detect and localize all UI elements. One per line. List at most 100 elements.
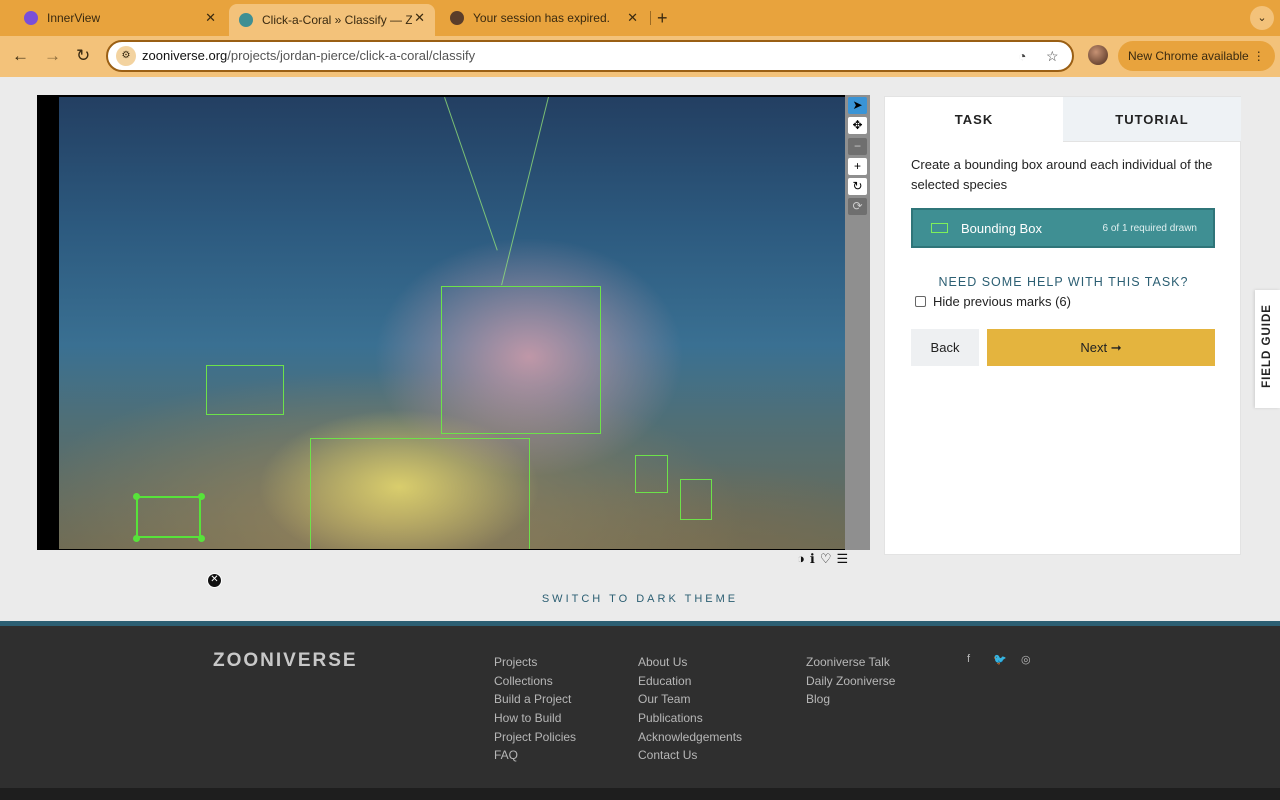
zoom-in-icon[interactable]: + (848, 158, 867, 175)
performance-gauge-icon[interactable]: ◔ (1018, 48, 1026, 64)
back-button[interactable]: Back (911, 329, 979, 366)
footer-column-about: About Us Education Our Team Publications… (638, 653, 742, 765)
footer-link[interactable]: Project Policies (494, 728, 576, 747)
profile-avatar[interactable] (1088, 45, 1108, 65)
task-panel: TASK TUTORIAL Create a bounding box arou… (884, 96, 1241, 555)
session-favicon-icon (450, 11, 464, 25)
footer-link[interactable]: Blog (806, 690, 895, 709)
tool-count: 6 of 1 required drawn (1102, 223, 1197, 234)
bounding-box-mark[interactable] (206, 365, 284, 415)
footer-link[interactable]: Publications (638, 709, 742, 728)
invert-colors-icon[interactable]: ◑ (797, 551, 810, 566)
footer-link[interactable]: Contact Us (638, 746, 742, 765)
classify-page: ✕ ➤ ✥ − + ↻ ⟳ ◑ℹ♡☰ TASK TUTORIAL Create … (0, 77, 1280, 625)
resize-handle[interactable] (133, 493, 140, 500)
close-tab-icon[interactable]: ✕ (205, 10, 216, 26)
tab-search-button[interactable]: ⌄ (1250, 6, 1274, 30)
tab-title: Click-a-Coral » Classify — Zo (262, 13, 412, 27)
bounding-box-mark[interactable] (635, 455, 668, 493)
footer-link[interactable]: Projects (494, 653, 576, 672)
instagram-icon[interactable]: ◎ (1021, 653, 1031, 666)
tab-session-expired[interactable]: Your session has expired. ✕ (440, 4, 648, 32)
zoom-out-icon[interactable]: − (848, 138, 867, 155)
address-bar[interactable]: ⚙ zooniverse.org/projects/jordan-pierce/… (106, 40, 1074, 72)
switch-theme-button[interactable]: SWITCH TO DARK THEME (0, 593, 1280, 605)
bounding-box-mark[interactable] (310, 438, 530, 549)
selected-bounding-box-mark[interactable] (136, 496, 201, 538)
footer-bottom-strip (0, 788, 1280, 800)
collections-list-icon[interactable]: ☰ (836, 551, 853, 566)
laser-line (501, 97, 549, 286)
tab-innerview[interactable]: InnerView ✕ (14, 4, 226, 32)
next-button[interactable]: Next ➞ (987, 329, 1215, 366)
back-arrow-icon[interactable]: ← (12, 45, 29, 67)
footer-link[interactable]: Our Team (638, 690, 742, 709)
zooniverse-favicon-icon (239, 13, 253, 27)
forward-arrow-icon[interactable]: → (44, 45, 61, 67)
hide-previous-marks[interactable]: Hide previous marks (6) (915, 294, 1071, 309)
metadata-info-icon[interactable]: ℹ (810, 551, 820, 566)
image-controls: ◑ℹ♡☰ (797, 551, 853, 567)
zooniverse-logo[interactable]: ZOONIVERSE (213, 650, 358, 672)
close-tab-icon[interactable]: ✕ (414, 10, 425, 26)
tab-title: Your session has expired. (473, 11, 610, 25)
tab-separator (650, 11, 651, 25)
favorite-heart-icon[interactable]: ♡ (820, 551, 837, 566)
subject-viewer[interactable] (37, 95, 845, 550)
viewer-toolbar: ➤ ✥ − + ↻ ⟳ (845, 95, 870, 550)
delete-mark-icon[interactable]: ✕ (207, 573, 222, 588)
tab-task[interactable]: TASK (885, 97, 1063, 142)
field-guide-tab[interactable]: FIELD GUIDE (1255, 290, 1280, 408)
rectangle-swatch-icon (931, 223, 948, 233)
hide-marks-label: Hide previous marks (6) (933, 294, 1071, 309)
laser-line (444, 97, 498, 251)
bounding-box-mark[interactable] (441, 286, 601, 434)
menu-kebab-icon[interactable]: ⋮ (1253, 41, 1265, 71)
site-info-icon[interactable]: ⚙ (116, 46, 136, 66)
facebook-icon[interactable]: f (967, 653, 970, 665)
tab-title: InnerView (47, 11, 101, 25)
tab-tutorial[interactable]: TUTORIAL (1063, 97, 1241, 142)
browser-tab-bar: InnerView ✕ Click-a-Coral » Classify — Z… (0, 0, 1280, 36)
task-instruction: Create a bounding box around each indivi… (911, 157, 1213, 192)
help-link[interactable]: NEED SOME HELP WITH THIS TASK? (885, 275, 1242, 289)
innerview-favicon-icon (24, 11, 38, 25)
footer-link[interactable]: How to Build (494, 709, 576, 728)
url-host: zooniverse.org (142, 48, 228, 63)
url-path: /projects/jordan-pierce/click-a-coral/cl… (227, 48, 476, 63)
update-label: New Chrome available (1128, 49, 1249, 63)
footer-column-talk: Zooniverse Talk Daily Zooniverse Blog (806, 653, 895, 709)
browser-toolbar: ← → ↻ ⚙ zooniverse.org/projects/jordan-p… (0, 36, 1280, 77)
site-footer: ZOONIVERSE Projects Collections Build a … (0, 626, 1280, 788)
rotate-icon[interactable]: ↻ (848, 178, 867, 195)
bounding-box-mark[interactable] (680, 479, 712, 520)
new-tab-button[interactable]: + (657, 8, 668, 29)
close-tab-icon[interactable]: ✕ (627, 10, 638, 26)
reload-icon[interactable]: ↻ (76, 45, 90, 67)
bookmark-star-icon[interactable]: ☆ (1046, 48, 1059, 65)
footer-link[interactable]: Education (638, 672, 742, 691)
pointer-tool-icon[interactable]: ➤ (848, 97, 867, 114)
reset-view-icon[interactable]: ⟳ (848, 198, 867, 215)
resize-handle[interactable] (198, 493, 205, 500)
new-chrome-available-button[interactable]: New Chrome available ⋮ (1118, 41, 1275, 71)
bounding-box-tool-button[interactable]: Bounding Box 6 of 1 required drawn (911, 208, 1215, 248)
footer-link[interactable]: FAQ (494, 746, 576, 765)
resize-handle[interactable] (198, 535, 205, 542)
resize-handle[interactable] (133, 535, 140, 542)
coral-subject-image[interactable] (59, 97, 845, 549)
footer-link[interactable]: Daily Zooniverse (806, 672, 895, 691)
hide-marks-checkbox[interactable] (915, 296, 926, 307)
twitter-icon[interactable]: 🐦 (993, 653, 1007, 666)
footer-link[interactable]: About Us (638, 653, 742, 672)
footer-link[interactable]: Zooniverse Talk (806, 653, 895, 672)
tool-label: Bounding Box (961, 221, 1042, 236)
footer-column-projects: Projects Collections Build a Project How… (494, 653, 576, 765)
footer-link[interactable]: Build a Project (494, 690, 576, 709)
field-guide-label: FIELD GUIDE (1261, 304, 1273, 388)
footer-link[interactable]: Collections (494, 672, 576, 691)
tab-click-a-coral[interactable]: Click-a-Coral » Classify — Zo ✕ (229, 4, 435, 36)
url-text[interactable]: zooniverse.org/projects/jordan-pierce/cl… (142, 48, 475, 63)
footer-link[interactable]: Acknowledgements (638, 728, 742, 747)
move-tool-icon[interactable]: ✥ (848, 117, 867, 134)
